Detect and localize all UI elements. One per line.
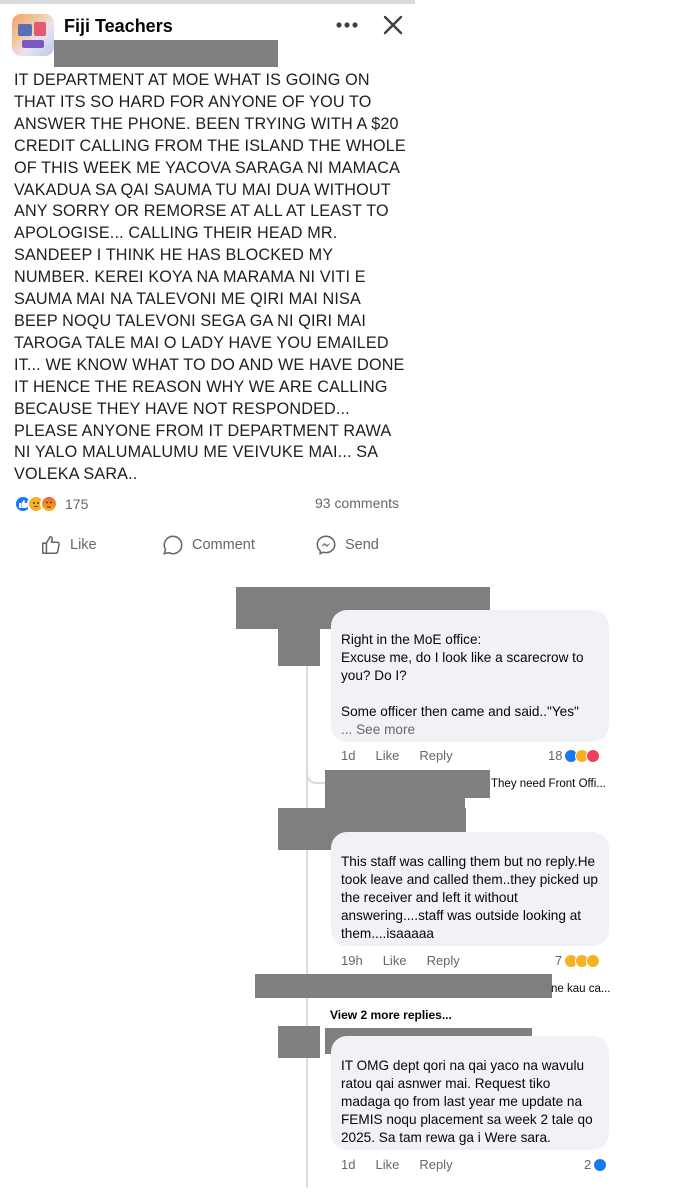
- post-body: IT DEPARTMENT AT MOE WHAT IS GOING ON TH…: [14, 71, 406, 484]
- reply-snippet[interactable]: They need Front Offi...: [491, 778, 606, 790]
- comment-like-button[interactable]: Like: [375, 1157, 399, 1172]
- comment-bubble[interactable]: IT OMG dept qori na qai yaco na wavulu r…: [331, 1036, 609, 1150]
- send-button[interactable]: Send: [315, 532, 379, 558]
- close-button[interactable]: [376, 8, 410, 42]
- redacted-reply-author: [325, 798, 465, 808]
- more-horizontal-icon: [336, 22, 358, 28]
- redacted-reply-author: [325, 770, 490, 798]
- redacted-avatar: [278, 629, 320, 666]
- comment-bubble[interactable]: This staff was calling them but no reply…: [331, 832, 609, 946]
- group-avatar[interactable]: [12, 14, 54, 56]
- like-label: Like: [70, 537, 97, 553]
- comment-like-button[interactable]: Like: [375, 748, 399, 763]
- angry-icon: [40, 495, 58, 513]
- comment-reaction-count[interactable]: 7: [555, 953, 601, 968]
- redacted-author: [54, 40, 278, 67]
- close-icon: [383, 15, 403, 35]
- reactions-summary[interactable]: 175: [14, 494, 88, 514]
- reaction-count: 175: [65, 496, 89, 512]
- group-name[interactable]: Fiji Teachers: [64, 16, 173, 37]
- comment-meta: 1d Like Reply: [341, 748, 473, 763]
- comment-reaction-count[interactable]: 18: [548, 748, 601, 763]
- comment-time: 1d: [341, 748, 356, 763]
- like-button[interactable]: Like: [40, 532, 97, 558]
- comment-meta: 1d Like Reply: [341, 1157, 473, 1172]
- thumbs-up-icon: [41, 535, 60, 555]
- comment-time: 1d: [341, 1157, 356, 1172]
- reaction-number: 18: [548, 748, 563, 763]
- comment-text: This staff was calling them but no reply…: [341, 854, 598, 941]
- like-icon: [593, 1157, 608, 1172]
- reaction-number: 7: [555, 953, 563, 968]
- comment-text: IT OMG dept qori na qai yaco na wavulu r…: [341, 1058, 593, 1145]
- comment-reply-button[interactable]: Reply: [427, 953, 460, 968]
- redacted-avatar: [278, 1026, 320, 1058]
- comment-meta: 19h Like Reply: [341, 953, 480, 968]
- comment-reaction-count[interactable]: 2: [584, 1157, 608, 1172]
- thread-line: [306, 628, 308, 1188]
- top-divider: [0, 0, 415, 4]
- comment-button[interactable]: Comment: [162, 532, 255, 558]
- view-more-replies-link[interactable]: View 2 more replies...: [330, 1008, 452, 1022]
- comment-reply-button[interactable]: Reply: [419, 748, 452, 763]
- comment-label: Comment: [192, 537, 255, 553]
- comment-time: 19h: [341, 953, 363, 968]
- comment-bubble-icon: [163, 535, 183, 555]
- comment-text: Right in the MoE office: Excuse me, do I…: [341, 632, 584, 719]
- reply-connector: [306, 770, 326, 784]
- comment-reply-button[interactable]: Reply: [419, 1157, 452, 1172]
- comment-bubble[interactable]: Right in the MoE office: Excuse me, do I…: [331, 610, 609, 742]
- reaction-number: 2: [584, 1157, 592, 1172]
- messenger-icon: [316, 535, 336, 556]
- sad-icon: [586, 953, 601, 968]
- redacted-reply-author: [255, 974, 552, 998]
- see-more-link[interactable]: ... See more: [341, 721, 599, 739]
- reply-snippet[interactable]: ne kau ca...: [551, 983, 610, 995]
- comment-count[interactable]: 93 comments: [315, 495, 399, 511]
- comment-like-button[interactable]: Like: [383, 953, 407, 968]
- send-label: Send: [345, 537, 379, 553]
- more-options-button[interactable]: [330, 8, 364, 42]
- love-icon: [586, 748, 601, 763]
